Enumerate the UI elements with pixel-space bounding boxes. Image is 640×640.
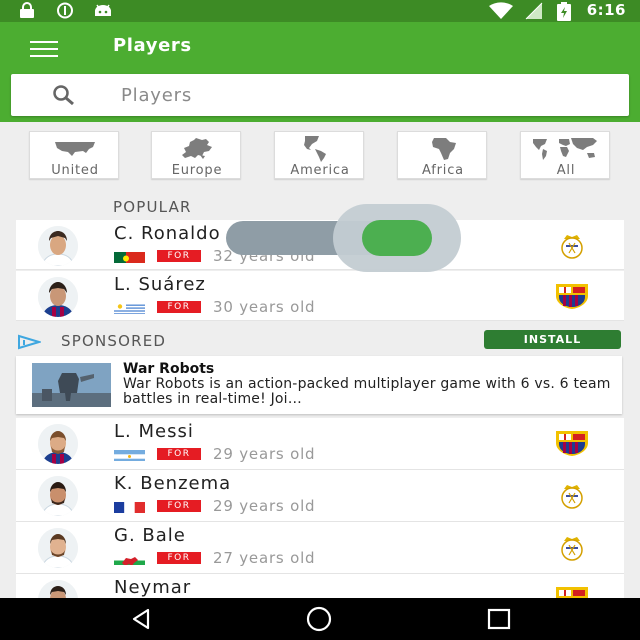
- position-badge: FOR: [157, 448, 201, 460]
- player-avatar: [38, 528, 78, 568]
- region-button-africa[interactable]: Africa: [397, 131, 487, 179]
- usa-map-icon: [30, 134, 120, 162]
- sponsored-label: SPONSORED: [61, 332, 167, 350]
- real-madrid-crest-icon: [553, 231, 591, 259]
- menu-icon[interactable]: [28, 38, 62, 62]
- position-badge: FOR: [157, 250, 201, 262]
- region-label-all: All: [556, 163, 576, 178]
- position-badge: FOR: [157, 500, 201, 512]
- wales-flag-icon: [114, 552, 145, 565]
- region-label-america: America: [290, 163, 350, 178]
- player-age: 29 years old: [213, 497, 316, 515]
- player-name: L. Suárez: [114, 274, 206, 295]
- player-avatar: [38, 277, 78, 317]
- page-title: Players: [113, 35, 192, 56]
- ad-thumbnail-image: [32, 363, 111, 407]
- player-age: 27 years old: [213, 549, 316, 567]
- player-name: L. Messi: [114, 421, 194, 442]
- popular-header: POPULAR: [113, 198, 192, 216]
- region-button-all[interactable]: All: [520, 131, 610, 179]
- region-label-africa: Africa: [422, 163, 464, 178]
- fc-barcelona-crest-icon: [553, 429, 591, 457]
- ad-description: War Robots is an action-packed multiplay…: [123, 376, 611, 407]
- player-name: K. Benzema: [114, 473, 232, 494]
- portugal-flag-icon: [114, 250, 145, 263]
- americas-map-icon: [275, 134, 365, 162]
- home-icon[interactable]: [304, 606, 334, 632]
- screen: 6:16 Players United Europe America: [0, 0, 640, 640]
- region-label-europe: Europe: [171, 163, 223, 178]
- search-box[interactable]: [11, 74, 629, 116]
- player-avatar: [38, 424, 78, 464]
- player-row[interactable]: G. Bale FOR 27 years old: [16, 522, 624, 574]
- toggle-switch-thumb[interactable]: [362, 220, 432, 256]
- player-avatar: [38, 226, 78, 266]
- argentina-flag-icon: [114, 448, 145, 461]
- region-button-united[interactable]: United: [29, 131, 119, 179]
- france-flag-icon: [114, 500, 145, 513]
- player-name: G. Bale: [114, 525, 186, 546]
- region-button-europe[interactable]: Europe: [151, 131, 241, 179]
- region-label-united: United: [51, 163, 99, 178]
- install-button[interactable]: INSTALL: [484, 330, 621, 349]
- europe-map-icon: [152, 134, 242, 162]
- android-icon: [93, 2, 113, 23]
- position-badge: FOR: [157, 301, 201, 313]
- real-madrid-crest-icon: [553, 481, 591, 509]
- world-map-icon: [521, 134, 611, 162]
- status-time: 6:16: [586, 1, 626, 19]
- signal-icon: [524, 2, 544, 24]
- back-icon[interactable]: [126, 606, 156, 632]
- recents-icon[interactable]: [484, 606, 514, 632]
- lock-icon: [18, 2, 36, 23]
- blocked-icon: [55, 2, 75, 23]
- wifi-icon: [488, 2, 514, 24]
- player-avatar: [38, 476, 78, 516]
- status-bar: 6:16: [0, 0, 640, 22]
- player-row[interactable]: L. Suárez FOR 30 years old: [16, 271, 624, 321]
- player-age: 29 years old: [213, 445, 316, 463]
- player-age: 30 years old: [213, 298, 316, 316]
- uruguay-flag-icon: [114, 301, 145, 314]
- player-name: C. Ronaldo: [114, 223, 221, 244]
- africa-map-icon: [398, 134, 488, 162]
- ad-card[interactable]: War Robots War Robots is an action-packe…: [16, 356, 622, 414]
- ad-choices-icon[interactable]: [17, 334, 43, 350]
- player-row[interactable]: K. Benzema FOR 29 years old: [16, 470, 624, 522]
- region-button-america[interactable]: America: [274, 131, 364, 179]
- ad-title: War Robots: [123, 361, 215, 377]
- search-icon[interactable]: [49, 83, 79, 107]
- position-badge: FOR: [157, 552, 201, 564]
- navigation-bar: [0, 598, 640, 640]
- player-row[interactable]: L. Messi FOR 29 years old: [16, 418, 624, 470]
- real-madrid-crest-icon: [553, 533, 591, 561]
- fc-barcelona-crest-icon: [553, 282, 591, 310]
- search-input[interactable]: [121, 80, 601, 110]
- player-name: Neymar: [114, 577, 192, 598]
